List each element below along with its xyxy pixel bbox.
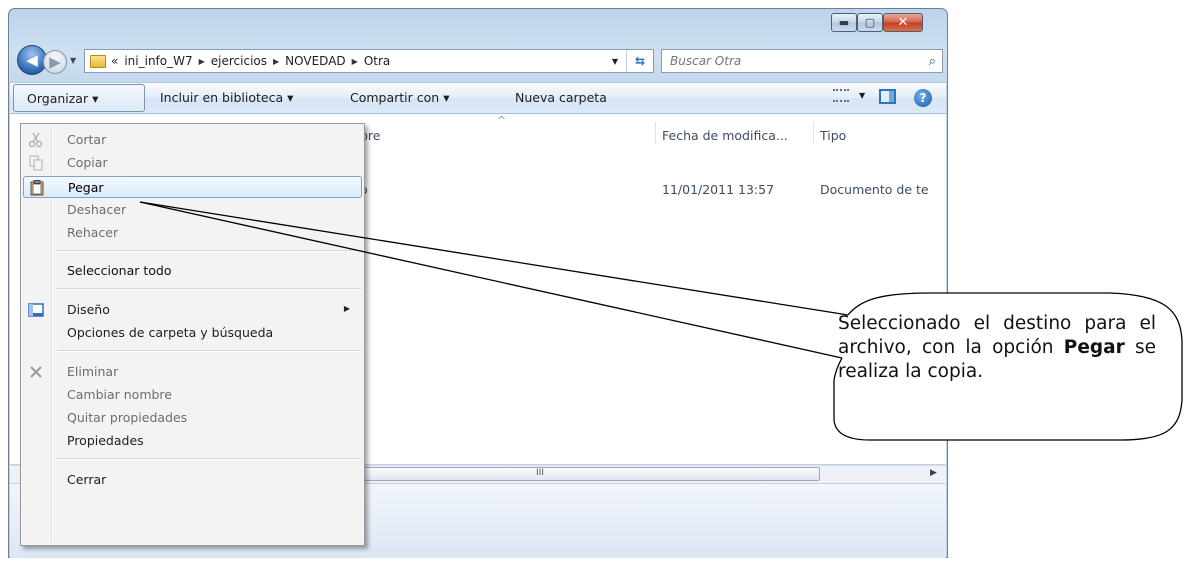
callout-graphics — [139, 201, 1183, 441]
callout-pointer-line — [139, 201, 849, 316]
callout-pointer-line — [139, 201, 843, 359]
callout-text: Seleccionado el destino para el archivo,… — [838, 312, 1156, 384]
callout-text-bold: Pegar — [1063, 337, 1125, 358]
